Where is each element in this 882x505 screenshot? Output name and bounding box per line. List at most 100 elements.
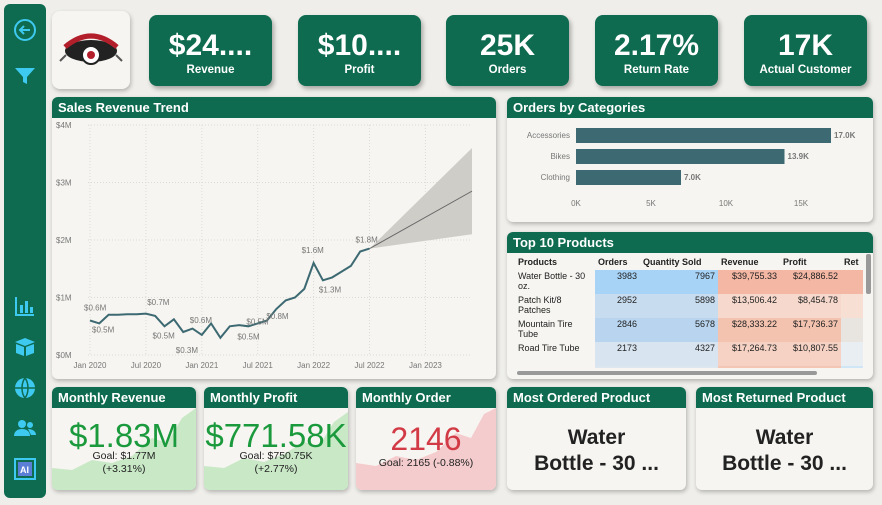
data-point-label: $0.6M <box>190 316 213 325</box>
revenue-cell: $13,506.42 <box>718 294 780 318</box>
bar-value-label: 7.0K <box>684 173 701 182</box>
profit-cell: $8,454.78 <box>780 294 841 318</box>
product-name-cell: Water Bottle - 30 oz. <box>518 271 586 291</box>
product-name-cell: Road Tire Tube <box>518 343 580 353</box>
table-row[interactable]: Mountain Tire Tube 2846 5678 $28,333.22 $17,… <box>515 318 863 342</box>
y-tick-label: $3M <box>56 179 72 188</box>
table-row[interactable]: AWC Logo Cap20624151$35,882.07$12,199.79 <box>515 366 863 368</box>
sidebar: AI <box>4 4 46 498</box>
back-icon[interactable] <box>13 18 37 42</box>
bar-value-label: 13.9K <box>788 152 810 161</box>
category-bar[interactable] <box>576 149 785 164</box>
col-quantity-sold[interactable]: Quantity Sold <box>640 254 718 270</box>
data-point-label: $0.5M <box>246 317 269 326</box>
orders-by-categories-chart[interactable]: Accessories 17.0K Bikes 13.9K Clothing 7.0K 0K… <box>507 118 873 222</box>
data-point-label: $0.8M <box>266 312 289 321</box>
kpi-label: Actual Customer <box>759 64 852 76</box>
data-point-label: $0.5M <box>237 332 260 341</box>
orders-cell: 2846 <box>595 318 640 342</box>
kpi-revenue: $24.... Revenue <box>149 15 272 86</box>
kpi-label: Profit <box>344 64 375 76</box>
orders-cell: 2952 <box>595 294 640 318</box>
monthly-profit-goal: Goal: $750.75K <box>239 450 313 462</box>
forecast-band <box>369 148 472 249</box>
data-point-label: $1.3M <box>319 285 342 294</box>
data-point-label: $0.5M <box>153 331 176 340</box>
col-products[interactable]: Products <box>515 254 595 270</box>
data-point-label: $1.6M <box>302 246 325 255</box>
y-tick-label: $1M <box>56 294 72 303</box>
category-bar[interactable] <box>576 170 681 185</box>
sales-trend-chart[interactable]: $4M $3M $2M $1M $0MJan 2020 Jul 2020 Jan 2021 J… <box>52 118 496 379</box>
panel-title: Orders by Categories <box>507 97 873 118</box>
revenue-cell: $39,755.33 <box>718 270 780 294</box>
quantity-cell: 4151 <box>640 366 718 368</box>
kpi-value: $24.... <box>168 29 253 62</box>
col-profit[interactable]: Profit <box>780 254 841 270</box>
kpi-orders: 25K Orders <box>446 15 569 86</box>
profit-cell: $24,886.52 <box>780 270 841 294</box>
bar-chart-icon[interactable] <box>13 294 37 318</box>
most-returned-product-line2: Bottle - 30 ... <box>722 452 847 475</box>
table-row[interactable]: Road Tire Tube 2173 4327 $17,264.73 $10,807.… <box>515 342 863 366</box>
product-name-cell: Mountain Tire Tube <box>518 319 573 339</box>
users-icon[interactable] <box>13 416 37 440</box>
category-label: Accessories <box>527 131 570 140</box>
data-point-label: $0.5M <box>92 326 115 335</box>
most-ordered-product-line2: Bottle - 30 ... <box>534 452 659 475</box>
return-cell <box>841 318 863 342</box>
x-tick-label: Jan 2020 <box>74 361 107 370</box>
quantity-cell: 5678 <box>640 318 718 342</box>
kpi-profit: $10.... Profit <box>298 15 421 86</box>
products-table-viewport: Products Orders Quantity Sold Revenue Pr… <box>515 254 863 368</box>
bar-value-label: 17.0K <box>834 131 856 140</box>
product-name-cell: AWC Logo Cap <box>515 366 595 368</box>
kpi-value: 17K <box>777 29 834 62</box>
x-tick-label: Jan 2021 <box>185 361 218 370</box>
table-vertical-scrollbar[interactable] <box>866 254 871 294</box>
top-products-panel: Top 10 Products Products Orders Quantity… <box>507 232 873 379</box>
revenue-cell: $28,333.22 <box>718 318 780 342</box>
most-ordered-product-card: Most Ordered Product Water Bottle - 30 .… <box>507 387 686 490</box>
filter-icon[interactable] <box>13 64 37 88</box>
revenue-cell: $35,882.07 <box>718 366 780 368</box>
col-revenue[interactable]: Revenue <box>718 254 780 270</box>
x-tick-label: 10K <box>719 199 734 208</box>
category-bar[interactable] <box>576 128 831 143</box>
ai-icon[interactable]: AI <box>13 457 37 481</box>
kpi-label: Return Rate <box>623 64 690 76</box>
quantity-cell: 4327 <box>640 342 718 366</box>
orders-cell: 3983 <box>595 270 640 294</box>
table-row[interactable]: Patch Kit/8 Patches 2952 5898 $13,506.42 $8,… <box>515 294 863 318</box>
box-icon[interactable] <box>13 335 37 359</box>
monthly-profit-change: (+2.77%) <box>254 463 298 475</box>
table-row[interactable]: Water Bottle - 30 oz. 3983 7967 $39,755.33 $… <box>515 270 863 294</box>
most-returned-product-card: Most Returned Product Water Bottle - 30 … <box>696 387 873 490</box>
kpi-value: $10.... <box>317 29 402 62</box>
revenue-cell: $17,264.73 <box>718 342 780 366</box>
col-orders[interactable]: Orders <box>595 254 640 270</box>
panel-title: Most Returned Product <box>696 387 873 408</box>
profit-cell: $10,807.55 <box>780 342 841 366</box>
y-tick-label: $2M <box>56 236 72 245</box>
profit-cell: $17,736.37 <box>780 318 841 342</box>
kpi-value: 2.17% <box>613 29 700 62</box>
category-label: Bikes <box>550 152 570 161</box>
panel-title: Monthly Profit <box>204 387 348 408</box>
panel-title: Top 10 Products <box>507 232 873 253</box>
x-tick-label: 5K <box>646 199 656 208</box>
monthly-revenue-value: $1.83M <box>68 417 180 454</box>
col-return[interactable]: Ret <box>841 254 863 270</box>
monthly-profit-card: Monthly Profit $771.58K Goal: $750.75K (… <box>204 387 348 490</box>
monthly-revenue-card: Monthly Revenue $1.83M Goal: $1.77M (+3.… <box>52 387 196 490</box>
profit-cell: $12,199.79 <box>780 366 841 368</box>
sales-trend-panel: Sales Revenue Trend $4M $3M $2M $1M $0M Jan 2… <box>52 97 496 379</box>
return-cell <box>841 366 863 368</box>
table-horizontal-scrollbar[interactable] <box>517 371 817 375</box>
globe-icon[interactable] <box>13 376 37 400</box>
kpi-value: 25K <box>479 29 536 62</box>
data-point-label: $0.7M <box>147 298 170 307</box>
data-point-label: $0.3M <box>176 346 199 355</box>
table-header-row: Products Orders Quantity Sold Revenue Pr… <box>515 254 863 270</box>
panel-title: Most Ordered Product <box>507 387 686 408</box>
